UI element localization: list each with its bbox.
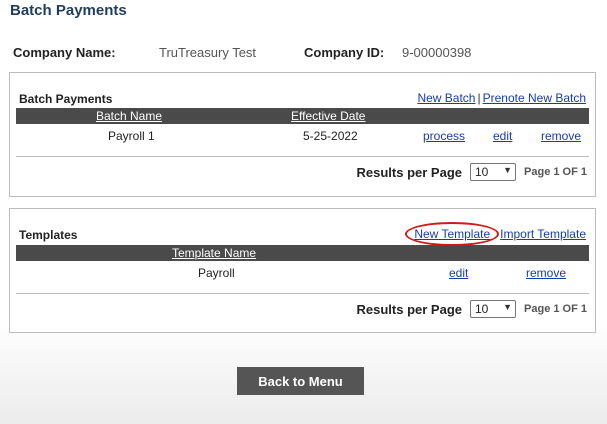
table-row: Payroll edit remove [16,261,589,285]
results-per-page-value: 10 [475,302,489,316]
batch-panel-links: New Batch | Prenote New Batch [417,91,586,105]
templates-panel-links: New Template Import Template [405,222,586,246]
chevron-down-icon: ▼ [503,165,512,175]
company-id-value: 9-00000398 [402,45,472,60]
new-template-link[interactable]: New Template [414,227,490,241]
results-per-page-value: 10 [475,165,489,179]
new-batch-link[interactable]: New Batch [417,91,475,105]
remove-template-link[interactable]: remove [526,266,566,280]
process-link[interactable]: process [423,129,465,143]
templates-pager: Results per Page 10 ▼ Page 1 OF 1 [10,294,595,326]
company-name-value: TruTreasury Test [159,45,257,60]
results-per-page-select[interactable]: 10 ▼ [470,300,516,318]
back-to-menu-button[interactable]: Back to Menu [237,367,364,395]
batch-payments-panel: Batch Payments New Batch | Prenote New Bat… [9,72,596,197]
template-name-cell: Payroll [198,266,235,280]
batch-pager: Results per Page 10 ▼ Page 1 OF 1 [10,157,595,189]
highlight-circle: New Template [405,222,500,246]
link-separator: | [477,91,481,105]
company-info: Company Name: TruTreasury Test Company I… [13,45,593,63]
page-title: Batch Payments [10,2,127,19]
edit-template-link[interactable]: edit [449,266,468,280]
batch-table-header: Batch Name Effective Date [16,108,589,124]
batch-name-cell: Payroll 1 [108,129,155,143]
remove-batch-link[interactable]: remove [541,129,581,143]
table-row: Payroll 1 5-25-2022 process edit remove [16,124,589,148]
templates-table-header: Template Name [16,245,589,261]
results-per-page-label: Results per Page [356,165,463,180]
results-per-page-select[interactable]: 10 ▼ [470,163,516,181]
column-header-batch-name[interactable]: Batch Name [96,109,162,123]
templates-panel: Templates New Template Import Template Te… [9,208,596,333]
templates-panel-title: Templates [19,228,78,242]
import-template-link[interactable]: Import Template [500,227,586,241]
company-id-label: Company ID: [304,45,385,60]
batch-panel-title: Batch Payments [19,92,113,106]
page-indicator: Page 1 OF 1 [524,303,587,315]
results-per-page-label: Results per Page [356,302,463,317]
chevron-down-icon: ▼ [503,302,512,312]
prenote-new-batch-link[interactable]: Prenote New Batch [483,91,586,105]
column-header-effective-date[interactable]: Effective Date [291,109,365,123]
column-header-template-name[interactable]: Template Name [172,246,256,260]
page-indicator: Page 1 OF 1 [524,166,587,178]
effective-date-cell: 5-25-2022 [303,129,358,143]
company-name-label: Company Name: [13,45,116,60]
edit-batch-link[interactable]: edit [493,129,512,143]
